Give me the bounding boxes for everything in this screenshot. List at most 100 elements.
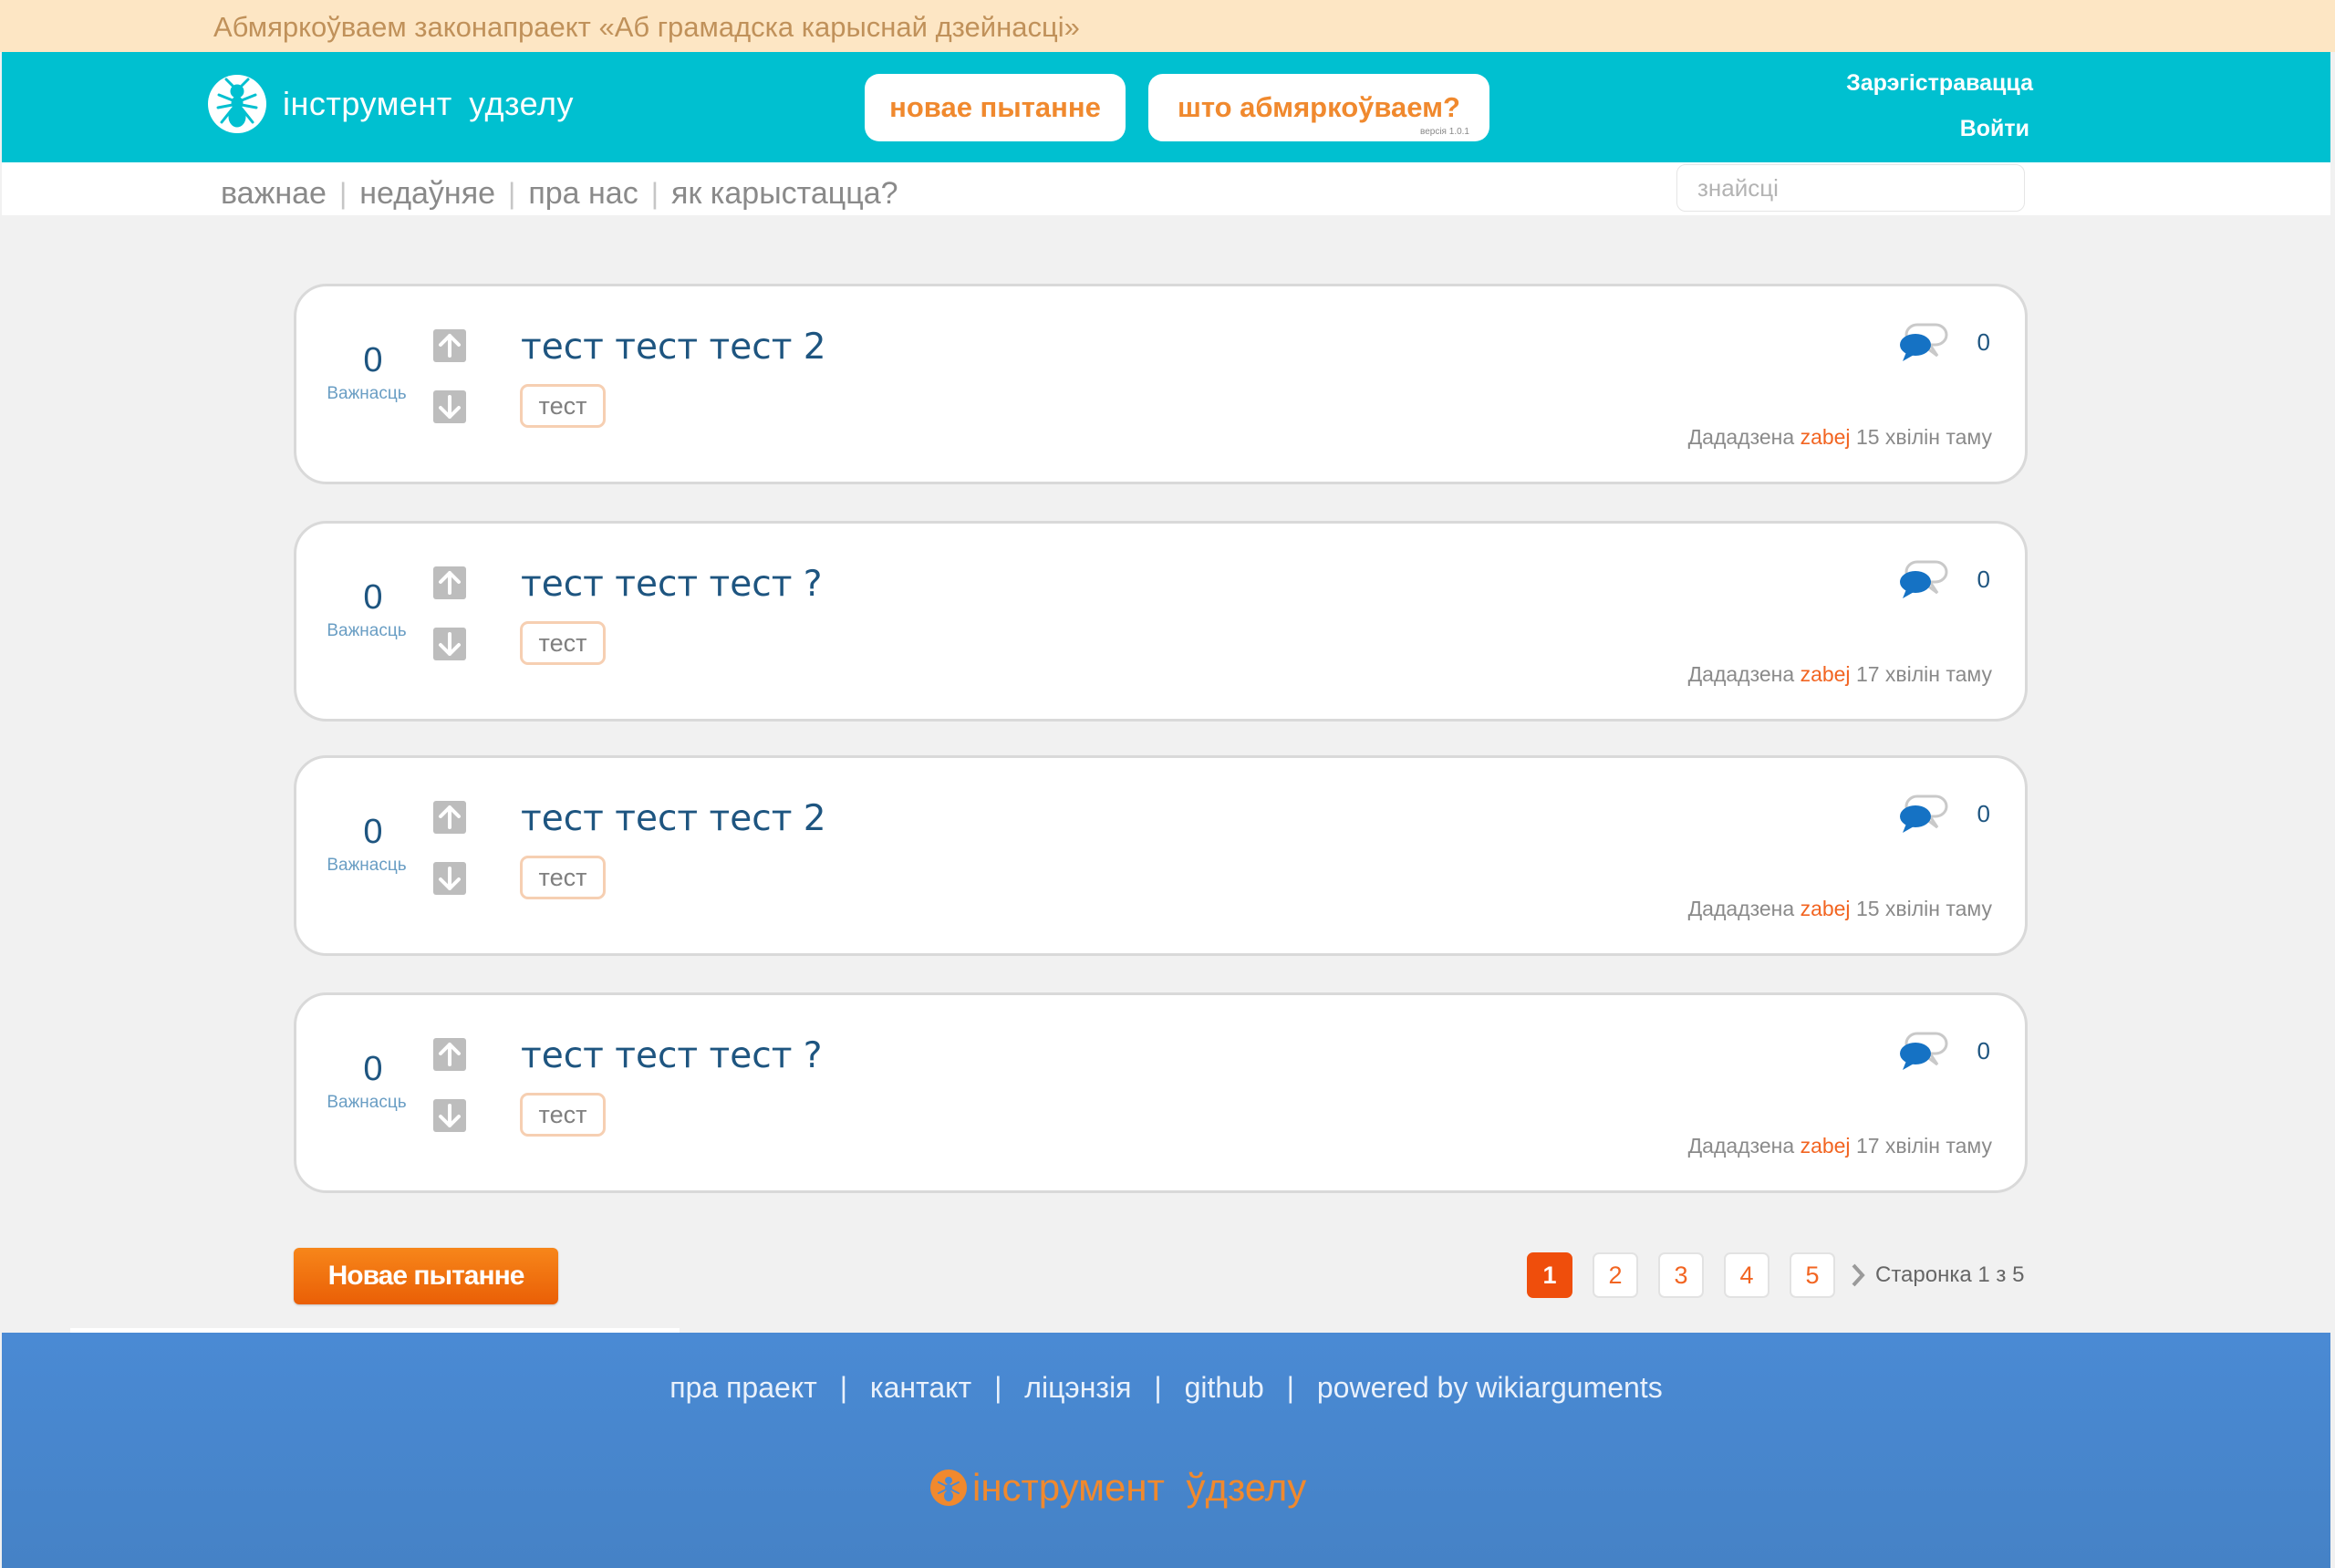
author-link[interactable]: zabej — [1801, 897, 1851, 920]
upvote-icon[interactable] — [433, 566, 466, 599]
comments-counter[interactable]: 0 — [1897, 1030, 1990, 1072]
question-card[interactable]: 0 Важнасць тест тест тест 2 тест 0 Дадад… — [294, 755, 2028, 956]
question-meta: Дададзена zabej 15 хвілін таму — [1688, 897, 1992, 921]
comments-counter[interactable]: 0 — [1897, 558, 1990, 600]
page-info-text: Старонка 1 з 5 — [1875, 1262, 2025, 1287]
search-input[interactable] — [1676, 164, 2025, 212]
footer-link-license[interactable]: ліцэнзія — [1024, 1371, 1131, 1404]
score-value: 0 — [363, 578, 383, 617]
downvote-icon[interactable] — [433, 390, 466, 423]
question-title[interactable]: тест тест тест 2 — [521, 798, 826, 839]
footer-separator: | — [839, 1371, 848, 1404]
page-info: Старонка 1 з 5 — [1850, 1262, 2024, 1288]
author-link[interactable]: zabej — [1801, 662, 1851, 686]
footer-logo[interactable]: інструмент ўдзелу — [930, 1466, 1306, 1510]
question-meta: Дададзена zabej 17 хвілін таму — [1688, 1134, 1992, 1158]
nav-item-howto[interactable]: як карыстацца? — [671, 176, 898, 212]
new-question-button[interactable]: Новае пытанне — [294, 1248, 558, 1304]
logo-text: інструмент удзелу — [283, 85, 574, 122]
new-question-header-label: новае пытанне — [889, 91, 1101, 123]
comments-icon — [1899, 794, 1948, 833]
footer-link-powered[interactable]: powered by wikiarguments — [1317, 1371, 1663, 1404]
page-button-1[interactable]: 1 — [1527, 1252, 1572, 1298]
time-ago: 17 хвілін таму — [1855, 662, 1992, 686]
importance-score: 0 Важнасць — [327, 813, 419, 876]
added-label: Дададзена — [1687, 897, 1795, 920]
footer-link-contact[interactable]: кантакт — [870, 1371, 971, 1404]
site-header: інструмент удзелу новае пытанне што абмя… — [2, 52, 2330, 162]
upvote-icon[interactable] — [433, 329, 466, 362]
score-label: Важнасць — [327, 384, 407, 403]
added-label: Дададзена — [1687, 425, 1795, 449]
author-link[interactable]: zabej — [1801, 1134, 1851, 1158]
version-label: версія 1.0.1 — [1420, 127, 1469, 137]
footer-separator: | — [994, 1371, 1002, 1404]
question-meta: Дададзена zabej 15 хвілін таму — [1688, 425, 1992, 450]
nav-separator: | — [650, 177, 659, 210]
comments-count: 0 — [1977, 1036, 1990, 1064]
announcement-text[interactable]: Абмяркоўваем законапраект «Аб грамадска … — [213, 11, 1080, 44]
question-card[interactable]: 0 Важнасць тест тест тест ? тест 0 Дадад… — [294, 992, 2028, 1193]
discussing-button[interactable]: што абмяркоўваем? версія 1.0.1 — [1148, 74, 1489, 141]
footer-link-about[interactable]: пра праект — [669, 1371, 817, 1404]
question-title[interactable]: тест тест тест 2 — [521, 327, 826, 368]
login-link[interactable]: Войти — [1960, 116, 2029, 142]
added-label: Дададзена — [1687, 662, 1795, 686]
upvote-icon[interactable] — [433, 801, 466, 834]
question-card[interactable]: 0 Важнасць тест тест тест 2 тест 0 Дадад… — [294, 284, 2028, 484]
new-question-header-button[interactable]: новае пытанне — [865, 74, 1126, 141]
nav-item-important[interactable]: важнае — [221, 176, 327, 212]
comments-icon — [1899, 323, 1948, 361]
question-tag[interactable]: тест — [520, 1093, 606, 1137]
importance-score: 0 Важнасць — [327, 578, 419, 641]
footer-links: пра праект | кантакт | ліцэнзія | github… — [2, 1371, 2330, 1405]
downvote-icon[interactable] — [433, 628, 466, 660]
question-tag[interactable]: тест — [520, 856, 606, 899]
score-label: Важнасць — [327, 1093, 407, 1112]
comments-counter[interactable]: 0 — [1897, 321, 1990, 363]
comments-count: 0 — [1977, 327, 1990, 356]
ant-logo-icon — [930, 1469, 967, 1506]
announcement-bar: Абмяркоўваем законапраект «Аб грамадска … — [0, 0, 2335, 52]
question-tag[interactable]: тест — [520, 384, 606, 428]
page-button-2[interactable]: 2 — [1593, 1252, 1638, 1298]
ant-logo-icon — [208, 75, 266, 133]
comments-count: 0 — [1977, 799, 1990, 827]
register-link[interactable]: Зарэгістравацца — [1846, 70, 2033, 97]
page-button-4[interactable]: 4 — [1724, 1252, 1769, 1298]
nav-separator: | — [508, 177, 516, 210]
author-link[interactable]: zabej — [1801, 425, 1851, 449]
main-nav: важнае | недаўняе | пра нас | як карыста… — [221, 176, 898, 212]
downvote-icon[interactable] — [433, 862, 466, 895]
time-ago: 15 хвілін таму — [1855, 897, 1992, 920]
page-button-5[interactable]: 5 — [1790, 1252, 1835, 1298]
question-title[interactable]: тест тест тест ? — [521, 564, 823, 605]
footer-logo-text: інструмент ўдзелу — [972, 1466, 1307, 1509]
site-footer: пра праект | кантакт | ліцэнзія | github… — [2, 1333, 2330, 1568]
question-title[interactable]: тест тест тест ? — [521, 1035, 823, 1076]
question-meta: Дададзена zabej 17 хвілін таму — [1688, 662, 1992, 687]
nav-item-about[interactable]: пра нас — [528, 176, 638, 212]
pagination: 1 2 3 4 5 Старонка 1 з 5 — [1527, 1252, 2024, 1298]
question-tag[interactable]: тест — [520, 621, 606, 665]
chevron-right-icon[interactable] — [1850, 1262, 1866, 1288]
footer-link-github[interactable]: github — [1185, 1371, 1264, 1404]
discussing-label: што абмяркоўваем? — [1178, 91, 1460, 123]
site-logo[interactable]: інструмент удзелу — [208, 74, 574, 134]
page-button-3[interactable]: 3 — [1658, 1252, 1704, 1298]
score-value: 0 — [363, 813, 383, 851]
nav-item-recent[interactable]: недаўняе — [359, 176, 495, 212]
upvote-icon[interactable] — [433, 1038, 466, 1071]
footer-separator: | — [1154, 1371, 1162, 1404]
comments-icon — [1899, 560, 1948, 598]
nav-separator: | — [338, 177, 348, 210]
question-card[interactable]: 0 Важнасць тест тест тест ? тест 0 Дадад… — [294, 521, 2028, 722]
importance-score: 0 Важнасць — [327, 1050, 419, 1113]
nav-bar: важнае | недаўняе | пра нас | як карыста… — [2, 162, 2330, 215]
comments-counter[interactable]: 0 — [1897, 793, 1990, 835]
importance-score: 0 Важнасць — [327, 341, 419, 404]
score-label: Важнасць — [327, 621, 407, 640]
time-ago: 17 хвілін таму — [1855, 1134, 1992, 1158]
added-label: Дададзена — [1687, 1134, 1795, 1158]
downvote-icon[interactable] — [433, 1099, 466, 1132]
